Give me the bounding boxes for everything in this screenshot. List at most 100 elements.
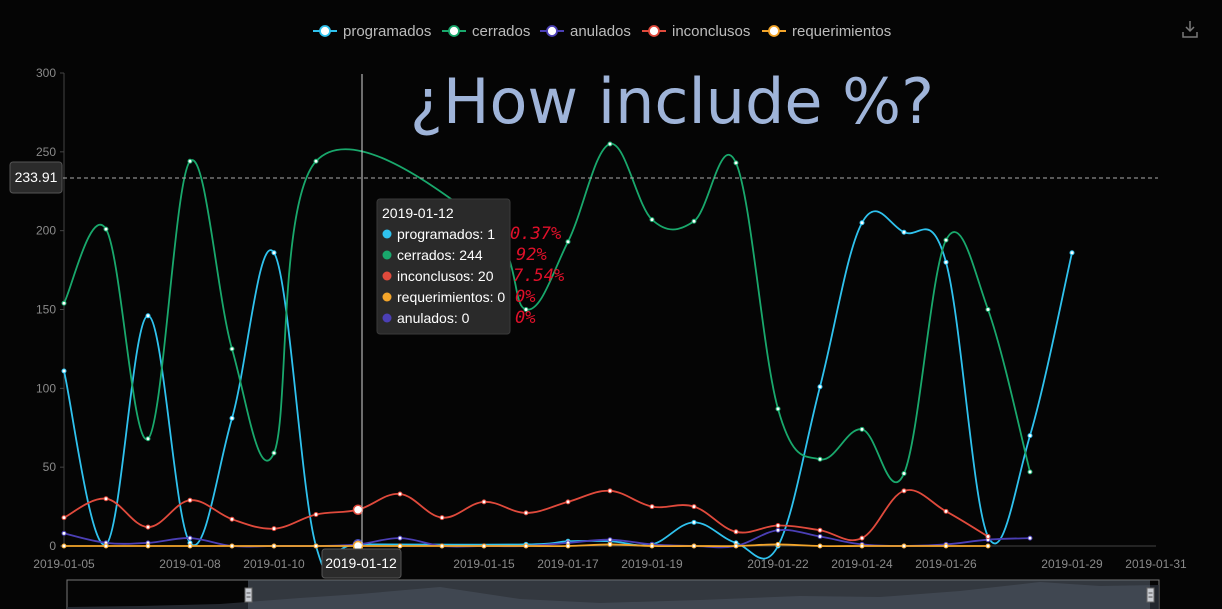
data-point[interactable] [859, 543, 865, 549]
data-point[interactable] [229, 543, 235, 549]
data-point[interactable] [817, 384, 823, 390]
data-point[interactable] [61, 368, 67, 374]
data-point[interactable] [61, 515, 67, 521]
data-point[interactable] [229, 346, 235, 352]
data-point[interactable] [691, 543, 697, 549]
data-point[interactable] [103, 496, 109, 502]
data-point[interactable] [61, 530, 67, 536]
data-point[interactable] [1027, 469, 1033, 475]
line-chart: programados cerrados anulados inconclusos re… [9, 21, 1198, 609]
data-point[interactable] [145, 436, 151, 442]
legend-item-anulados[interactable]: anulados [540, 23, 631, 40]
data-point[interactable] [901, 488, 907, 494]
data-point[interactable] [733, 529, 739, 535]
data-point[interactable] [271, 526, 277, 532]
data-point[interactable] [313, 543, 319, 549]
data-point[interactable] [565, 499, 571, 505]
series-inconclusos[interactable] [61, 488, 991, 542]
legend-item-programados[interactable]: programados [313, 23, 431, 40]
data-point[interactable] [1027, 535, 1033, 541]
data-point[interactable] [901, 229, 907, 235]
legend-item-requerimientos[interactable]: requerimientos [762, 23, 891, 40]
data-point[interactable] [901, 543, 907, 549]
data-point[interactable] [691, 519, 697, 525]
data-point[interactable] [607, 537, 613, 543]
data-point[interactable] [397, 535, 403, 541]
data-point[interactable] [352, 504, 364, 515]
data-point[interactable] [187, 535, 193, 541]
data-point[interactable] [1027, 433, 1033, 439]
data-point[interactable] [817, 534, 823, 540]
legend-item-cerrados[interactable]: cerrados [442, 23, 530, 40]
data-point[interactable] [271, 450, 277, 456]
data-point[interactable] [229, 516, 235, 522]
data-point[interactable] [523, 543, 529, 549]
zoom-handle-left[interactable] [244, 587, 253, 603]
data-point[interactable] [733, 160, 739, 166]
zoom-handle-right[interactable] [1146, 587, 1155, 603]
data-point[interactable] [691, 218, 697, 224]
data-point[interactable] [943, 508, 949, 514]
data-point[interactable] [691, 504, 697, 510]
x-tick-label: 2019-01-15 [453, 557, 515, 571]
data-point[interactable] [229, 415, 235, 421]
legend-item-inconclusos[interactable]: inconclusos [642, 23, 750, 40]
data-point[interactable] [775, 523, 781, 529]
data-point[interactable] [313, 158, 319, 164]
data-point[interactable] [145, 313, 151, 319]
data-point[interactable] [649, 504, 655, 510]
download-icon[interactable] [1182, 21, 1198, 38]
data-point[interactable] [943, 259, 949, 265]
data-point[interactable] [649, 217, 655, 223]
data-point[interactable] [187, 158, 193, 164]
data-point[interactable] [61, 300, 67, 306]
data-point[interactable] [271, 543, 277, 549]
data-point[interactable] [901, 470, 907, 476]
legend-marker-icon [319, 25, 331, 37]
data-point[interactable] [775, 527, 781, 533]
data-point[interactable] [943, 237, 949, 243]
data-point[interactable] [775, 406, 781, 412]
data-point[interactable] [565, 543, 571, 549]
data-point[interactable] [439, 543, 445, 549]
data-point[interactable] [397, 491, 403, 497]
data-point[interactable] [985, 543, 991, 549]
data-point[interactable] [271, 250, 277, 256]
data-point[interactable] [943, 543, 949, 549]
tooltip-marker [382, 292, 392, 302]
data-point[interactable] [985, 534, 991, 540]
data-point[interactable] [817, 543, 823, 549]
data-point[interactable] [145, 524, 151, 530]
data-point[interactable] [607, 541, 613, 547]
data-point[interactable] [817, 456, 823, 462]
data-point[interactable] [313, 511, 319, 517]
data-point[interactable] [607, 488, 613, 494]
data-point[interactable] [733, 543, 739, 549]
data-point[interactable] [439, 515, 445, 521]
legend[interactable]: programados cerrados anulados inconclusos re… [313, 23, 891, 40]
data-point[interactable] [103, 226, 109, 232]
data-point[interactable] [817, 527, 823, 533]
data-point[interactable] [775, 541, 781, 547]
data-point[interactable] [859, 220, 865, 226]
data-point[interactable] [103, 543, 109, 549]
series-cerrados[interactable] [61, 141, 1033, 484]
data-point[interactable] [61, 543, 67, 549]
data-point[interactable] [649, 543, 655, 549]
data-zoom-slider[interactable] [66, 579, 1160, 609]
data-point[interactable] [523, 510, 529, 516]
series-programados[interactable] [61, 210, 1075, 570]
data-point[interactable] [481, 543, 487, 549]
data-point[interactable] [859, 426, 865, 432]
data-point[interactable] [859, 535, 865, 541]
legend-marker-icon [448, 25, 460, 37]
data-point[interactable] [187, 497, 193, 503]
data-point[interactable] [607, 141, 613, 147]
data-point[interactable] [145, 543, 151, 549]
data-point[interactable] [481, 499, 487, 505]
data-point[interactable] [397, 543, 403, 549]
data-point[interactable] [565, 239, 571, 245]
data-point[interactable] [985, 307, 991, 312]
data-point[interactable] [1069, 250, 1075, 256]
data-point[interactable] [187, 543, 193, 549]
